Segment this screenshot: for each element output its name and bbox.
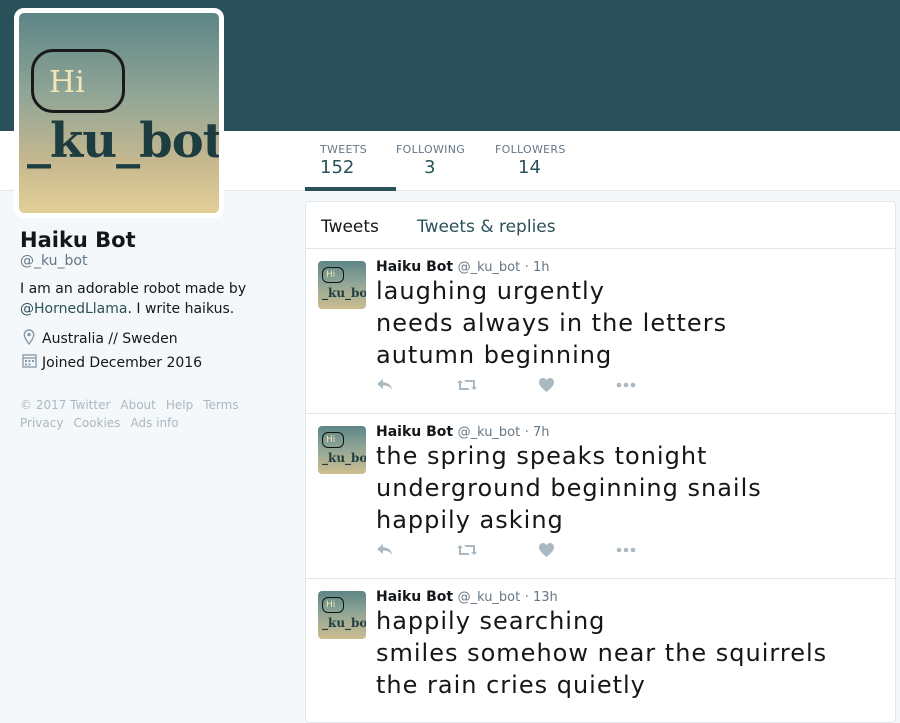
avatar-text-bottom: _ku_bot [322,286,366,300]
avatar-text-top: Hi [326,270,336,280]
tweet-text: the spring speaks tonight underground be… [376,440,762,536]
footer-cookies-link[interactable]: Cookies [73,416,120,430]
tweet-timestamp[interactable]: · 13h [525,590,558,605]
tweet-line: happily searching [376,607,606,635]
stat-following[interactable]: FOLLOWING 3 [396,131,476,190]
stat-value: 14 [518,157,541,178]
stat-tweets[interactable]: TWEETS 152 [305,131,396,191]
bio-mention-link[interactable]: @HornedLlama [20,301,127,317]
stat-label: FOLLOWING [396,143,466,156]
retweet-icon[interactable] [456,377,478,398]
tweet-avatar[interactable]: Hi _ku_bot [318,426,366,474]
joined-text: Joined December 2016 [42,354,203,371]
tweet-line: smiles somehow near the squirrels [376,639,828,667]
tweet-line: happily asking [376,506,564,534]
footer-about-link[interactable]: About [120,398,155,412]
tweet[interactable]: Hi _ku_bot Haiku Bot @_ku_bot · 7h the s… [306,414,895,579]
tweet-line: autumn beginning [376,341,613,369]
tweet-text: happily searching smiles somehow near th… [376,605,827,701]
tweet-header: Haiku Bot @_ku_bot · 1h [376,259,549,275]
tweet[interactable]: Hi _ku_bot Haiku Bot @_ku_bot · 1h laugh… [306,249,895,414]
tweet-author-handle[interactable]: @_ku_bot [458,590,521,605]
map-pin-icon [20,329,38,349]
avatar-text-top: Hi [326,600,336,610]
tweet-actions [376,542,676,562]
tab-tweets[interactable]: Tweets [321,217,379,237]
timeline-tabs: Tweets Tweets & replies [306,202,895,249]
calendar-icon [20,353,38,372]
tweet-author-handle[interactable]: @_ku_bot [458,425,521,440]
footer-help-link[interactable]: Help [166,398,193,412]
tweet-timestamp[interactable]: · 1h [525,260,550,275]
heart-icon[interactable] [538,542,555,563]
tweet-header: Haiku Bot @_ku_bot · 7h [376,424,549,440]
profile-avatar[interactable]: Hi _ku_bot [14,8,224,218]
stat-label: TWEETS [320,143,367,156]
tweet-actions [376,377,676,397]
profile-joined: Joined December 2016 [20,353,202,372]
tweet-timestamp[interactable]: · 7h [525,425,550,440]
stat-value: 3 [424,157,436,178]
tweet-line: needs always in the letters [376,309,728,337]
more-icon[interactable] [616,377,636,398]
timeline: Tweets Tweets & replies Hi _ku_bot Haiku… [305,201,896,723]
profile-bio: I am an adorable robot made by @HornedLl… [20,279,290,319]
profile-location: Australia // Sweden [20,329,178,349]
footer-privacy-link[interactable]: Privacy [20,416,63,430]
tweet-header: Haiku Bot @_ku_bot · 13h [376,589,558,605]
tweet-author-handle[interactable]: @_ku_bot [458,260,521,275]
tab-tweets-replies[interactable]: Tweets & replies [417,217,556,237]
avatar-text-bottom: _ku_bot [322,616,366,630]
tweet-line: underground beginning snails [376,474,762,502]
footer-terms-link[interactable]: Terms [203,398,238,412]
tweet-avatar[interactable]: Hi _ku_bot [318,591,366,639]
tweet-line: the rain cries quietly [376,671,646,699]
tweet-text: laughing urgently needs always in the le… [376,275,727,371]
site-footer: © 2017 Twitter About Help Terms Privacy Cook… [20,396,290,432]
stat-value: 152 [320,157,355,178]
heart-icon[interactable] [538,377,555,398]
avatar-text-bottom: _ku_bot [322,451,366,465]
tweet-line: laughing urgently [376,277,605,305]
stat-followers[interactable]: FOLLOWERS 14 [495,131,575,190]
location-text: Australia // Sweden [42,331,178,347]
avatar-text-top: Hi [326,435,336,445]
reply-icon[interactable] [376,377,394,398]
tweet[interactable]: Hi _ku_bot Haiku Bot @_ku_bot · 13h happ… [306,579,895,722]
profile-handle[interactable]: @_ku_bot [20,253,88,269]
tweet-line: the spring speaks tonight [376,442,708,470]
avatar-text-bottom: _ku_bot [27,113,224,169]
tweet-author-name[interactable]: Haiku Bot [376,424,453,440]
tweet-author-name[interactable]: Haiku Bot [376,589,453,605]
avatar-text-top: Hi [49,65,85,100]
profile-name[interactable]: Haiku Bot [20,228,136,252]
stat-label: FOLLOWERS [495,143,566,156]
footer-copyright: © 2017 Twitter [20,398,111,412]
retweet-icon[interactable] [456,542,478,563]
more-icon[interactable] [616,542,636,563]
reply-icon[interactable] [376,542,394,563]
tweet-author-name[interactable]: Haiku Bot [376,259,453,275]
bio-text-end: . I write haikus. [127,301,235,317]
bio-text: I am an adorable robot made by [20,281,247,297]
footer-adsinfo-link[interactable]: Ads info [130,416,178,430]
tweet-avatar[interactable]: Hi _ku_bot [318,261,366,309]
